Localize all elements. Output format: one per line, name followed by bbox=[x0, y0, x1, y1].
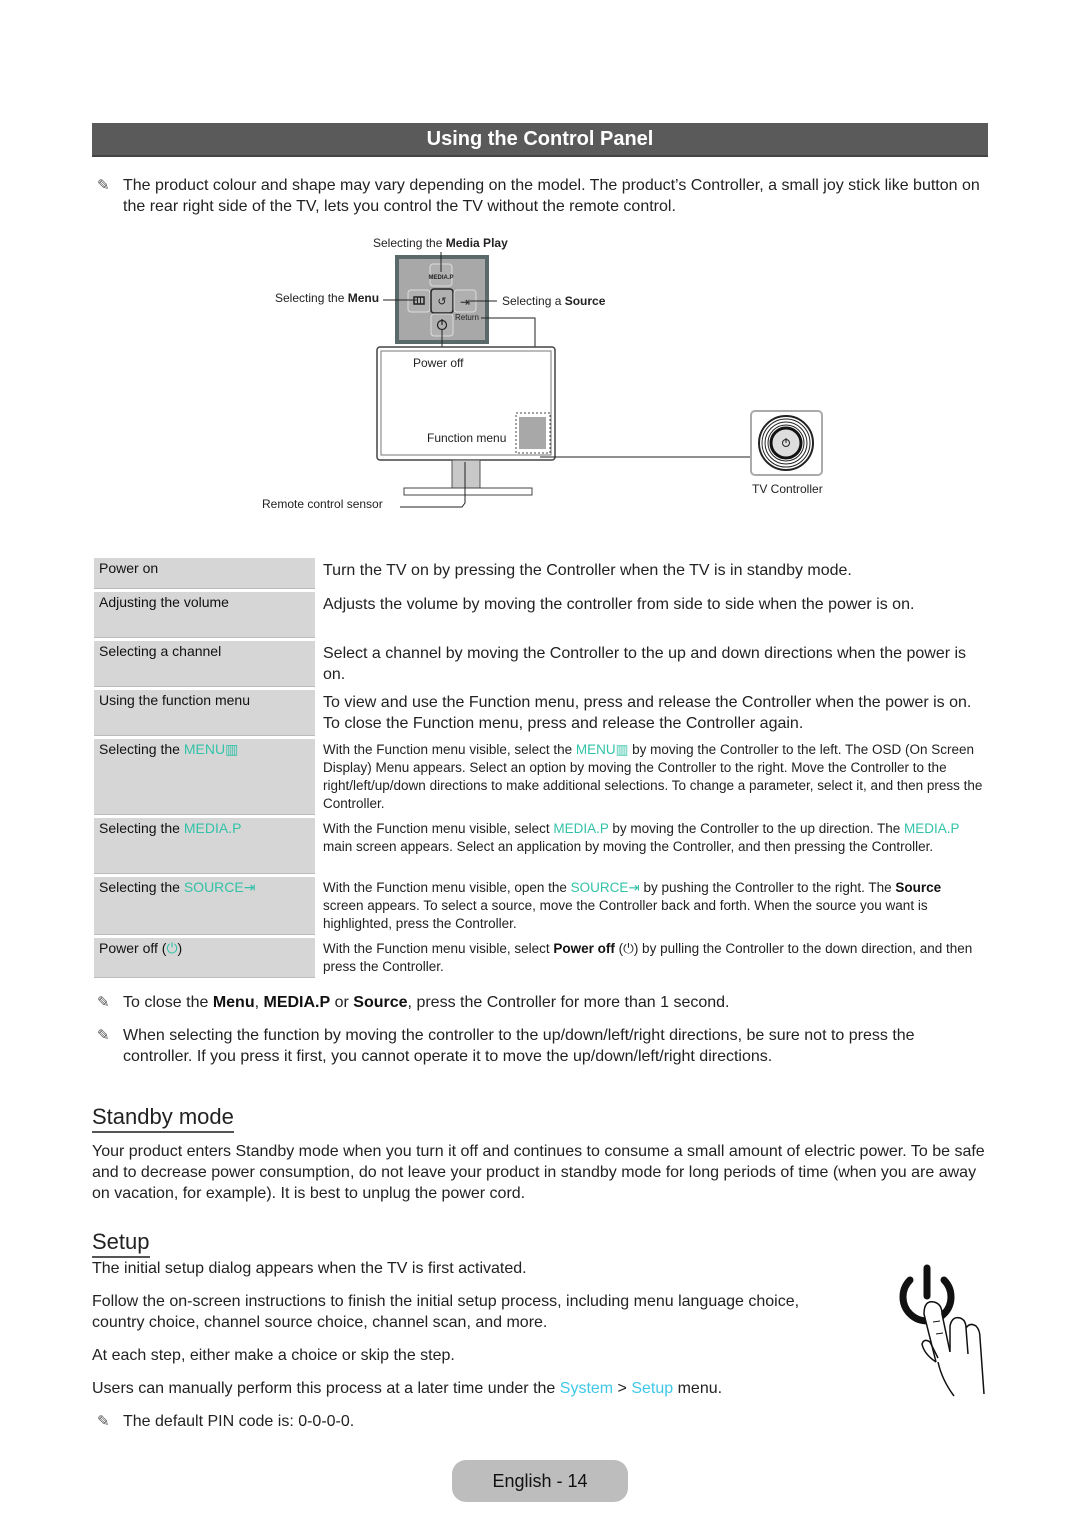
table-row: Selecting the SOURCE⇥ With the Function … bbox=[94, 877, 988, 935]
svg-text:↺: ↺ bbox=[437, 296, 446, 308]
setup-p4: Users can manually perform this process … bbox=[92, 1380, 723, 1397]
page-title: Using the Control Panel bbox=[92, 123, 988, 157]
pencil-note-icon: ✎ bbox=[97, 994, 110, 1011]
intro-note-text: The product colour and shape may vary de… bbox=[123, 177, 980, 215]
table-row: Power on Turn the TV on by pressing the … bbox=[94, 558, 988, 589]
menu-icon: ▥ bbox=[615, 742, 629, 757]
setup-p3: At each step, either make a choice or sk… bbox=[92, 1347, 455, 1364]
menu-icon: ▥ bbox=[225, 741, 239, 757]
pin-note: ✎ The default PIN code is: 0-0-0-0. bbox=[97, 1413, 355, 1430]
pencil-note-icon: ✎ bbox=[97, 1027, 110, 1044]
function-menu-label: Function menu bbox=[427, 431, 506, 445]
power-off-label: Power off bbox=[413, 356, 464, 370]
svg-text:MEDIA.P: MEDIA.P bbox=[428, 275, 453, 281]
media-play-label: Selecting the Media Play bbox=[373, 236, 508, 250]
note-direction-warning: ✎ When selecting the function by moving … bbox=[97, 1027, 915, 1065]
table-row: Selecting the MENU▥ With the Function me… bbox=[94, 739, 988, 815]
control-panel-diagram: Selecting the Media Play Selecting the M… bbox=[262, 236, 823, 511]
return-label: Return bbox=[455, 313, 479, 322]
setup-p1: The initial setup dialog appears when th… bbox=[92, 1260, 527, 1277]
table-row: Selecting the MEDIA.P With the Function … bbox=[94, 818, 988, 874]
tv-graphic bbox=[376, 346, 556, 496]
menu-label: Selecting the Menu bbox=[275, 291, 379, 305]
table-row: Selecting a channel Select a channel by … bbox=[94, 641, 988, 687]
standby-heading: Standby mode bbox=[92, 1104, 234, 1133]
table-row: Adjusting the volume Adjusts the volume … bbox=[94, 592, 988, 638]
power-icon: ⏻ bbox=[166, 940, 178, 956]
tv-controller-label: TV Controller bbox=[752, 482, 823, 496]
svg-text:⇥: ⇥ bbox=[460, 295, 470, 309]
intro-note: ✎ The product colour and shape may vary … bbox=[97, 175, 987, 217]
pencil-note-icon: ✎ bbox=[97, 1413, 110, 1430]
setup-link[interactable]: Setup bbox=[631, 1380, 673, 1397]
source-icon: ⇥ bbox=[243, 879, 256, 895]
menu-icon bbox=[407, 289, 431, 313]
setup-p2: Follow the on-screen instructions to fin… bbox=[92, 1293, 800, 1331]
source-label: Selecting a Source bbox=[502, 294, 606, 308]
tv-controller-icon bbox=[750, 410, 823, 476]
power-icon: ⏻ bbox=[623, 941, 634, 956]
table-row: Using the function menu To view and use … bbox=[94, 690, 988, 736]
standby-body: Your product enters Standby mode when yo… bbox=[92, 1143, 985, 1202]
setup-heading: Setup bbox=[92, 1229, 150, 1258]
table-row: Power off (⏻) With the Function menu vis… bbox=[94, 938, 988, 978]
hand-power-icon bbox=[899, 1264, 985, 1397]
page-number-badge: English - 14 bbox=[452, 1460, 628, 1502]
system-link[interactable]: System bbox=[560, 1380, 613, 1397]
pencil-note-icon: ✎ bbox=[97, 177, 110, 194]
control-functions-table: Power on Turn the TV on by pressing the … bbox=[94, 555, 988, 981]
source-icon: ⇥ bbox=[628, 880, 640, 895]
remote-sensor-label: Remote control sensor bbox=[262, 497, 383, 511]
note-close-menu: ✎ To close the Menu, MEDIA.P or Source, … bbox=[97, 994, 730, 1011]
